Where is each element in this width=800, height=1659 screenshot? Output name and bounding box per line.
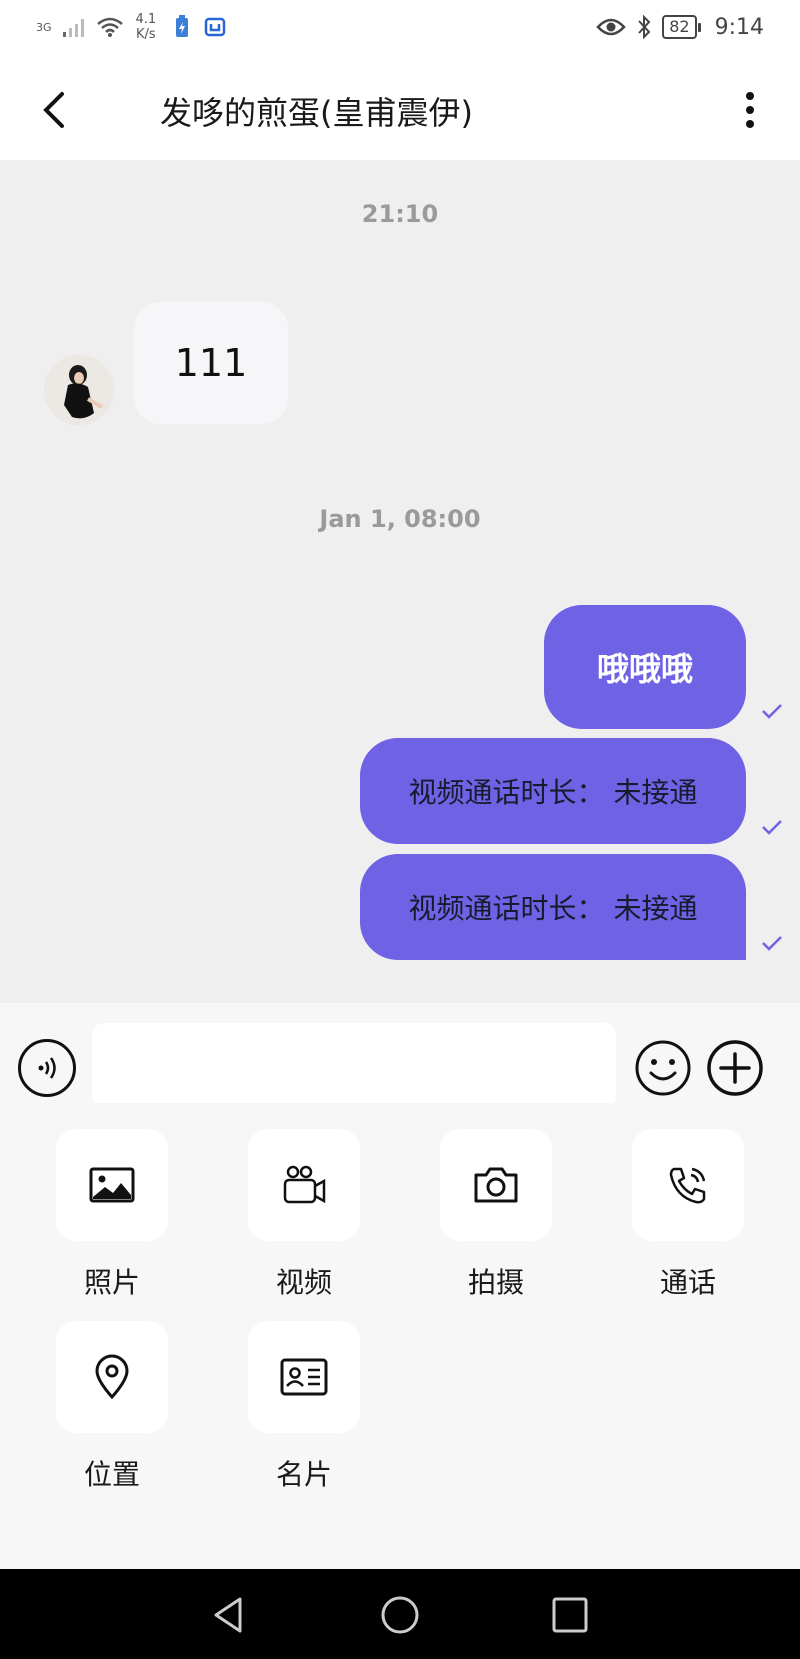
message-timestamp: 21:10 [361, 200, 439, 228]
nav-recents-button[interactable] [548, 1593, 592, 1637]
read-check-icon [762, 820, 782, 835]
attachment-tile[interactable] [248, 1129, 360, 1241]
message-list[interactable]: 21:10 111 Jan 1, 08:00 哦哦哦 视频通话时长： 未接通 视… [0, 160, 800, 1003]
outgoing-message[interactable]: 哦哦哦 [544, 605, 746, 729]
attachment-label: 名片 [275, 1458, 332, 1491]
phone-icon [669, 1167, 706, 1204]
chevron-left-icon [43, 92, 64, 128]
network-type: 3G [36, 20, 52, 34]
triangle-back-icon [214, 1597, 242, 1633]
attachment-label: 位置 [83, 1458, 140, 1491]
attachment-tile[interactable] [632, 1129, 744, 1241]
attachment-label: 视频 [275, 1266, 332, 1299]
location-pin-icon [95, 1354, 129, 1400]
attachment-tile[interactable] [56, 1129, 168, 1241]
attachment-video[interactable]: 视频 [248, 1129, 360, 1301]
attachment-location[interactable]: 位置 [56, 1321, 168, 1493]
chat-header: 发哆的煎蛋(皇甫震伊) [0, 60, 800, 160]
camera-icon [474, 1167, 518, 1203]
composer-bar [0, 1003, 800, 1107]
app-notification-icon [204, 17, 226, 37]
back-button[interactable] [30, 86, 78, 134]
attachment-label: 通话 [659, 1266, 716, 1299]
square-recents-icon [552, 1597, 588, 1633]
more-actions-button[interactable] [706, 1039, 764, 1097]
attachment-tile[interactable] [56, 1321, 168, 1433]
battery-saver-app-icon [176, 15, 189, 37]
attachment-call[interactable]: 通话 [632, 1129, 744, 1301]
attachment-panel: 照片 视频 拍摄 通话 位置 名片 [0, 1103, 800, 1569]
wifi-icon [96, 17, 123, 37]
attachment-tile[interactable] [248, 1321, 360, 1433]
eye-comfort-icon [596, 18, 626, 36]
outgoing-call-message[interactable]: 视频通话时长： 未接通 [360, 854, 746, 960]
attachment-label: 照片 [83, 1266, 140, 1299]
contact-card-icon [280, 1358, 328, 1396]
voice-input-button[interactable] [18, 1039, 76, 1097]
attachment-contact-card[interactable]: 名片 [248, 1321, 360, 1493]
network-speed: 4.1 K/s [136, 12, 157, 42]
emoji-button[interactable] [634, 1039, 692, 1097]
contact-avatar[interactable] [44, 355, 114, 425]
chat-title: 发哆的煎蛋(皇甫震伊) [160, 94, 473, 132]
video-camera-icon [283, 1165, 326, 1204]
read-check-icon [762, 936, 782, 951]
attachment-tile[interactable] [440, 1129, 552, 1241]
clock: 9:14 [714, 14, 764, 40]
voice-icon [38, 1057, 56, 1079]
status-right: 82 9:14 [596, 14, 764, 40]
nav-back-button[interactable] [206, 1593, 250, 1637]
read-check-icon [762, 704, 782, 719]
nav-home-button[interactable] [378, 1593, 422, 1637]
attachment-photo[interactable]: 照片 [56, 1129, 168, 1301]
attachment-label: 拍摄 [467, 1266, 524, 1299]
signal-icon [62, 19, 84, 37]
image-icon [89, 1167, 135, 1203]
incoming-message[interactable]: 111 [134, 302, 288, 424]
message-input[interactable] [92, 1023, 616, 1107]
more-vertical-icon [746, 92, 754, 128]
speed-value: 4.1 [135, 12, 157, 27]
circle-home-icon [381, 1596, 419, 1634]
status-left: 3G 4.1 K/s [36, 12, 226, 42]
system-nav-bar [0, 1569, 800, 1659]
message-timestamp: Jan 1, 08:00 [319, 505, 481, 533]
avatar-image [44, 355, 114, 425]
status-bar: 3G 4.1 K/s 82 9:14 [0, 0, 800, 60]
attachment-shoot[interactable]: 拍摄 [440, 1129, 552, 1301]
speed-unit: K/s [136, 27, 156, 42]
outgoing-call-message[interactable]: 视频通话时长： 未接通 [360, 738, 746, 844]
battery-indicator: 82 [662, 15, 701, 39]
bluetooth-icon [638, 14, 651, 40]
more-options-button[interactable] [730, 86, 770, 134]
